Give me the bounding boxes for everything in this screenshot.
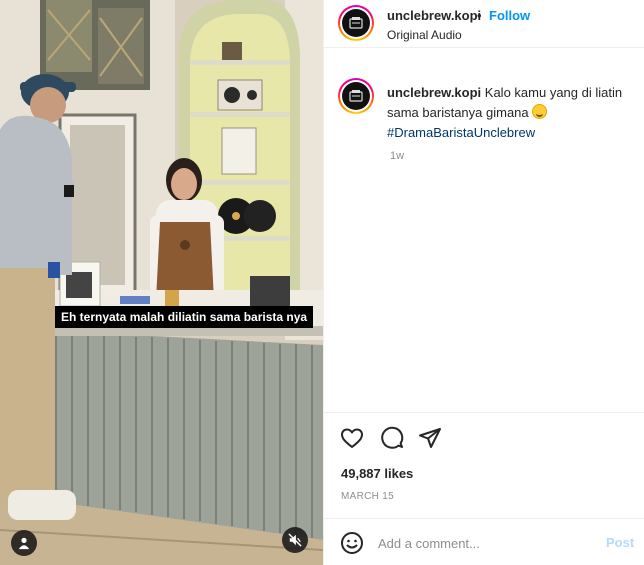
- unclebrew-logo-icon: [349, 17, 363, 29]
- audio-link[interactable]: Original Audio: [387, 28, 462, 42]
- separator-dot: •: [477, 8, 482, 23]
- tagged-user-button[interactable]: [11, 530, 37, 556]
- rolling-on-floor-laughing-emoji: [532, 104, 548, 119]
- post-date: MARCH 15: [341, 491, 394, 502]
- mute-button[interactable]: [282, 527, 308, 553]
- post-caption: unclebrew.kopi Kalo kamu yang di liatin …: [387, 83, 635, 143]
- post-actions: 49,887 likes MARCH 15: [324, 412, 644, 522]
- smiley-icon: [341, 532, 363, 554]
- post-side-panel: unclebrew.kopi • Follow Original Audio u…: [323, 0, 644, 565]
- share-button[interactable]: [418, 426, 442, 450]
- author-username[interactable]: unclebrew.kopi: [387, 8, 481, 23]
- caption-username[interactable]: unclebrew.kopi: [387, 85, 481, 100]
- video-frame: [0, 0, 323, 565]
- likes-count[interactable]: 49,887 likes: [341, 466, 413, 481]
- comment-button[interactable]: [380, 426, 404, 450]
- caption-hashtag[interactable]: #DramaBaristaUnclebrew: [387, 123, 635, 143]
- user-icon: [18, 537, 30, 550]
- add-comment-bar: Post: [324, 518, 644, 565]
- post-comment-button[interactable]: Post: [606, 535, 634, 550]
- post-video[interactable]: Eh ternyata malah diliatin sama barista …: [0, 0, 323, 565]
- unclebrew-logo-icon: [349, 90, 363, 102]
- post-header: unclebrew.kopi • Follow Original Audio: [324, 0, 644, 48]
- muted-speaker-icon: [288, 533, 302, 547]
- like-button[interactable]: [340, 426, 364, 450]
- caption-avatar[interactable]: [338, 78, 374, 114]
- caption-timestamp[interactable]: 1w: [390, 150, 404, 162]
- author-avatar[interactable]: [338, 5, 374, 41]
- comment-input[interactable]: [378, 531, 588, 555]
- video-subtitle: Eh ternyata malah diliatin sama barista …: [55, 306, 314, 328]
- paper-plane-icon: [419, 428, 441, 448]
- heart-icon: [341, 428, 363, 448]
- follow-button[interactable]: Follow: [489, 8, 530, 23]
- emoji-picker-button[interactable]: [340, 531, 364, 555]
- comment-bubble-icon: [381, 426, 404, 449]
